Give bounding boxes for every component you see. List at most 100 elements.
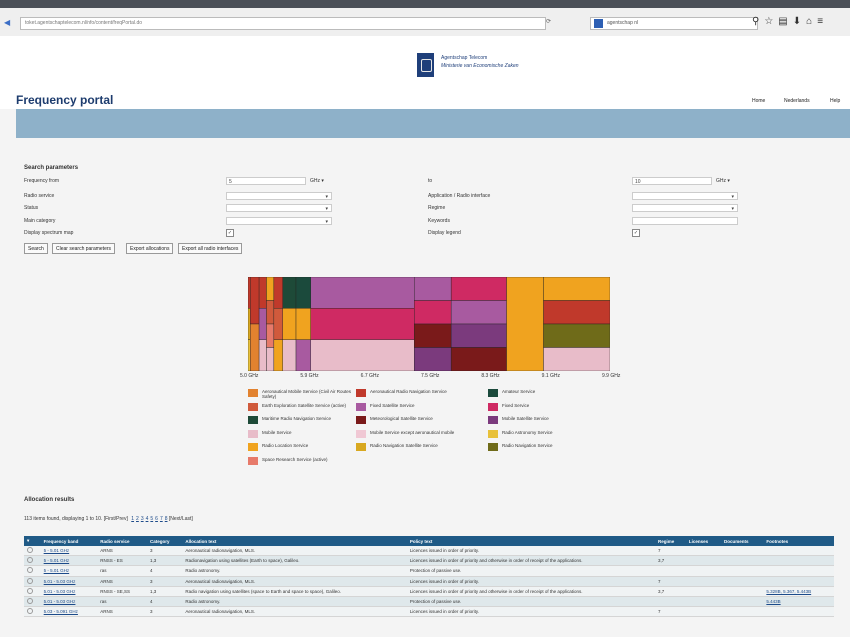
row-radio[interactable] — [27, 567, 33, 574]
bookmarks-icon[interactable]: ▤ — [778, 16, 792, 27]
spectrum-band-8-service-3[interactable] — [414, 347, 452, 372]
table-cell[interactable]: 5 - 5.01 GHz — [40, 546, 98, 557]
address-bar[interactable]: toket.agentschaptelecom.nl/nfo/content/f… — [20, 17, 546, 30]
page-link[interactable]: 8 — [165, 516, 168, 522]
export-radio-interfaces-button[interactable]: Export all radio interfaces — [178, 243, 243, 254]
spectrum-band-0-service-2[interactable] — [248, 339, 251, 371]
main-category-select[interactable]: ▾ — [226, 217, 332, 225]
spectrum-band-2-service-0[interactable] — [258, 277, 267, 309]
freq-from-unit-select[interactable]: GHz ▾ — [310, 177, 324, 185]
page-link[interactable]: 4 — [146, 516, 149, 522]
spectrum-band-4-service-0[interactable] — [273, 277, 283, 309]
column-header[interactable]: Regime — [654, 536, 686, 546]
spectrum-band-11-service-2[interactable] — [543, 323, 610, 348]
spectrum-band-8-service-1[interactable] — [414, 300, 452, 325]
column-header[interactable]: Frequency band — [40, 536, 98, 546]
row-radio[interactable] — [27, 577, 33, 584]
language-link[interactable]: Nederlands — [784, 98, 810, 104]
spectrum-band-3-service-0[interactable] — [266, 277, 275, 301]
spectrum-band-9-service-3[interactable] — [450, 347, 507, 372]
page-link[interactable]: 2 — [136, 516, 139, 522]
footnote-link[interactable]: 5.443B — [766, 599, 780, 604]
table-cell[interactable]: 5.328B, 5.367, 5.443B — [763, 586, 834, 597]
spectrum-band-1-service-1[interactable] — [250, 323, 260, 371]
spectrum-band-7-service-2[interactable] — [310, 339, 415, 371]
frequency-band-link[interactable]: 5 - 5.01 GHz — [44, 568, 70, 573]
column-header[interactable]: Radio service — [97, 536, 147, 546]
spectrum-band-7-service-1[interactable] — [310, 308, 415, 340]
row-radio[interactable] — [27, 547, 33, 554]
table-cell[interactable]: 5 - 5.01 GHz — [40, 555, 98, 567]
table-cell[interactable]: 5.01 - 5.03 GHz — [40, 586, 98, 597]
home-icon[interactable]: ⌂ — [806, 16, 817, 27]
application-select[interactable]: ▾ — [632, 192, 738, 200]
page-link[interactable]: 7 — [160, 516, 163, 522]
spectrum-band-3-service-2[interactable] — [266, 323, 275, 348]
menu-icon[interactable]: ≡ — [817, 16, 828, 27]
frequency-band-link[interactable]: 5 - 5.01 GHz — [44, 548, 70, 553]
spectrum-band-9-service-1[interactable] — [450, 300, 507, 325]
spectrum-band-3-service-1[interactable] — [266, 300, 275, 325]
frequency-band-link[interactable]: 5.01 - 5.03 GHz — [44, 599, 76, 604]
table-cell[interactable]: 5.01 - 5.03 GHz — [40, 596, 98, 608]
column-header[interactable]: Documents — [720, 536, 764, 546]
column-header[interactable]: Allocation text — [182, 536, 407, 546]
search-icon[interactable]: ⚲ — [752, 16, 764, 27]
bookmark-star-icon[interactable]: ☆ — [764, 16, 778, 27]
radio-service-select[interactable]: ▾ — [226, 192, 332, 200]
home-link[interactable]: Home — [752, 98, 765, 104]
display-legend-checkbox[interactable]: ✓ — [632, 229, 640, 237]
spectrum-band-2-service-2[interactable] — [258, 339, 267, 371]
freq-to-unit-select[interactable]: GHz ▾ — [716, 177, 730, 185]
export-allocations-button[interactable]: Export allocations — [126, 243, 174, 254]
spectrum-band-5-service-1[interactable] — [282, 308, 297, 340]
page-link[interactable]: 1 — [131, 516, 134, 522]
table-cell[interactable]: 5.443B — [763, 596, 834, 608]
footnote-link[interactable]: 5.328B, 5.367, 5.443B — [766, 589, 811, 594]
page-link[interactable]: 3 — [141, 516, 144, 522]
spectrum-band-6-service-1[interactable] — [295, 308, 312, 340]
row-radio[interactable] — [27, 587, 33, 594]
help-link[interactable]: Help — [830, 98, 840, 104]
spectrum-band-8-service-0[interactable] — [414, 277, 452, 301]
spectrum-band-0-service-1[interactable] — [248, 308, 251, 340]
spectrum-band-11-service-1[interactable] — [543, 300, 610, 325]
table-cell[interactable]: 5 - 5.01 GHz — [40, 565, 98, 577]
frequency-band-link[interactable]: 5.01 - 5.03 GHz — [44, 579, 76, 584]
spectrum-band-9-service-2[interactable] — [450, 323, 507, 348]
spectrum-band-2-service-1[interactable] — [258, 308, 267, 340]
pager-next-last[interactable]: [Next/Last] — [169, 516, 193, 522]
table-cell[interactable]: 5.03 - 5.091 GHz — [40, 606, 98, 618]
spectrum-band-9-service-0[interactable] — [450, 277, 507, 301]
freq-from-input[interactable]: 5 — [226, 177, 306, 185]
spectrum-band-1-service-0[interactable] — [250, 277, 260, 325]
column-header[interactable]: Policy text — [406, 536, 655, 546]
freq-to-input[interactable]: 10 — [632, 177, 712, 185]
table-cell[interactable]: 5.01 - 5.03 GHz — [40, 576, 98, 587]
status-select[interactable]: ▾ — [226, 204, 332, 212]
spectrum-band-8-service-2[interactable] — [414, 323, 452, 348]
spectrum-band-5-service-0[interactable] — [282, 277, 297, 309]
spectrum-band-6-service-0[interactable] — [295, 277, 312, 309]
download-icon[interactable]: ⬇ — [793, 16, 806, 27]
spectrum-band-4-service-1[interactable] — [273, 308, 283, 340]
page-link[interactable]: 5 — [150, 516, 153, 522]
spectrum-band-5-service-2[interactable] — [282, 339, 297, 371]
clear-search-button[interactable]: Clear search parameters — [52, 243, 116, 254]
frequency-band-link[interactable]: 5.03 - 5.091 GHz — [44, 609, 78, 614]
frequency-band-link[interactable]: 5 - 5.01 GHz — [44, 558, 70, 563]
spectrum-band-3-service-3[interactable] — [266, 347, 275, 372]
spectrum-band-0-service-0[interactable] — [248, 277, 251, 309]
frequency-band-link[interactable]: 5.01 - 5.03 GHz — [44, 589, 76, 594]
column-header[interactable]: Category — [146, 536, 183, 546]
back-arrow-icon[interactable]: ◀ — [4, 18, 10, 27]
page-link[interactable]: 6 — [155, 516, 158, 522]
keywords-input[interactable] — [632, 217, 738, 225]
row-radio[interactable] — [27, 608, 33, 615]
browser-search-box[interactable]: agentschap nl — [590, 17, 758, 30]
spectrum-band-11-service-3[interactable] — [543, 347, 610, 372]
spectrum-band-6-service-2[interactable] — [295, 339, 312, 371]
spectrum-band-11-service-0[interactable] — [543, 277, 610, 301]
search-button[interactable]: Search — [24, 243, 48, 254]
spectrum-band-7-service-0[interactable] — [310, 277, 415, 309]
